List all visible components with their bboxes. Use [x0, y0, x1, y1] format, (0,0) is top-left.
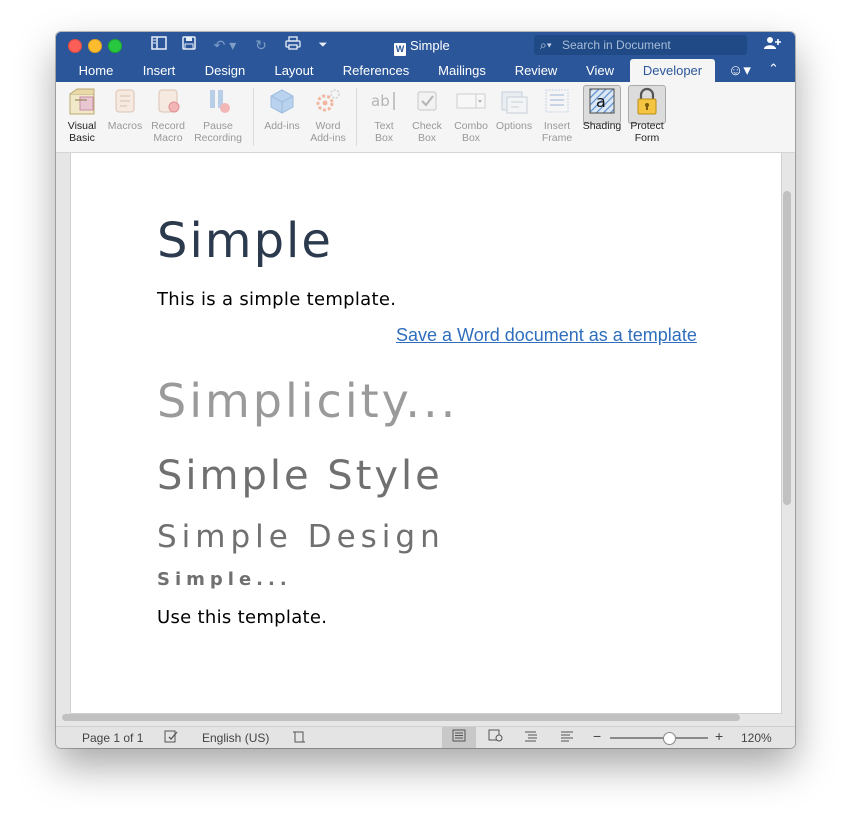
ribbon-separator: [356, 88, 357, 146]
print-layout-view-icon[interactable]: [442, 727, 476, 748]
add-ins-button[interactable]: Add-ins: [260, 86, 304, 132]
zoom-slider-track[interactable]: [610, 737, 708, 739]
word-add-ins-gear-icon: [313, 86, 343, 116]
share-add-user-icon[interactable]: [763, 36, 781, 53]
record-macro-button[interactable]: Record Macro: [148, 86, 188, 144]
outline-view-icon[interactable]: [514, 727, 548, 748]
close-window-button[interactable]: [68, 39, 82, 53]
ribbon-separator: [253, 88, 254, 146]
zoom-out-icon[interactable]: −: [593, 729, 601, 743]
heading-2: Simple Style: [157, 453, 443, 499]
sidebar-toggle-icon[interactable]: [149, 36, 169, 54]
collapse-ribbon-icon[interactable]: ⌃: [768, 61, 779, 77]
heading-4: Simple...: [157, 569, 292, 590]
combo-box-icon: [456, 86, 486, 116]
horizontal-scrollbar[interactable]: [62, 714, 740, 721]
check-box-icon: [412, 86, 442, 116]
search-icon: ⌕▾: [540, 38, 552, 52]
options-button[interactable]: Options: [493, 86, 535, 132]
add-ins-cube-icon: [267, 86, 297, 116]
vertical-scrollbar[interactable]: [783, 191, 791, 505]
word-add-ins-button[interactable]: Word Add-ins: [308, 86, 348, 144]
tab-mailings[interactable]: Mailings: [430, 59, 494, 82]
track-changes-icon[interactable]: [292, 730, 306, 747]
insert-frame-button[interactable]: Insert Frame: [537, 86, 577, 144]
visual-basic-icon: [67, 86, 97, 116]
macros-scroll-icon: [110, 86, 140, 116]
record-macro-icon: [153, 86, 183, 116]
body-paragraph: Use this template.: [157, 607, 328, 628]
save-icon[interactable]: [179, 36, 199, 54]
visual-basic-button[interactable]: Visual Basic: [64, 86, 100, 144]
check-box-button[interactable]: Check Box: [406, 86, 448, 144]
word-window: ↶ ▾ ↻ ⏷ WSimple ⌕▾ Home Insert Design La…: [56, 32, 795, 748]
status-bar: Page 1 of 1 English (US) − + 120%: [56, 726, 795, 748]
tab-review[interactable]: Review: [507, 59, 565, 82]
protect-form-button[interactable]: Protect Form: [626, 86, 668, 144]
tab-layout[interactable]: Layout: [266, 59, 322, 82]
window-title: W Simple: [394, 38, 450, 56]
undo-icon[interactable]: ↶ ▾: [208, 36, 242, 54]
heading-1: Simplicity...: [157, 374, 459, 428]
developer-ribbon: Visual Basic Macros Record Macro Pause R…: [56, 82, 795, 153]
customize-toolbar-icon[interactable]: ⏷: [314, 36, 332, 54]
title-bar: ↶ ▾ ↻ ⏷ W Simple ⌕▾: [56, 32, 795, 59]
heading-3: Simple Design: [157, 519, 445, 555]
tab-developer[interactable]: Developer: [630, 59, 715, 82]
maximize-window-button[interactable]: [108, 39, 122, 53]
text-box-icon: ab: [369, 86, 399, 116]
tab-design[interactable]: Design: [197, 59, 253, 82]
zoom-level[interactable]: 120%: [741, 731, 772, 745]
redo-icon[interactable]: ↻: [252, 36, 270, 54]
insert-frame-icon: [542, 86, 572, 116]
zoom-slider-thumb[interactable]: [662, 732, 676, 745]
page-count[interactable]: Page 1 of 1: [82, 731, 143, 745]
combo-box-button[interactable]: Combo Box: [450, 86, 492, 144]
pause-recording-button[interactable]: Pause Recording: [190, 86, 246, 144]
text-box-button[interactable]: ab Text Box: [364, 86, 404, 144]
shading-icon: a: [587, 86, 617, 116]
zoom-in-icon[interactable]: +: [715, 729, 723, 743]
word-doc-icon: W: [394, 43, 406, 56]
document-area: Simple This is a simple template. Save a…: [56, 153, 795, 726]
search-box[interactable]: ⌕▾: [534, 35, 747, 55]
shading-button[interactable]: a Shading: [581, 86, 623, 132]
macros-button[interactable]: Macros: [104, 86, 146, 132]
lock-icon: [632, 86, 662, 116]
svg-text:ab: ab: [371, 92, 390, 110]
options-icon: [499, 86, 529, 116]
web-layout-view-icon[interactable]: [478, 727, 512, 748]
tab-view[interactable]: View: [577, 59, 623, 82]
draft-view-icon[interactable]: [550, 727, 584, 748]
print-icon[interactable]: [282, 36, 304, 54]
tab-home[interactable]: Home: [70, 59, 122, 82]
feedback-smiley-icon[interactable]: ☺▾: [728, 61, 751, 79]
body-paragraph: This is a simple template.: [157, 289, 397, 310]
document-title: Simple: [157, 213, 333, 269]
document-page[interactable]: Simple This is a simple template. Save a…: [70, 153, 782, 714]
tab-references[interactable]: References: [334, 59, 418, 82]
svg-text:a: a: [596, 92, 606, 111]
template-help-link[interactable]: Save a Word document as a template: [396, 325, 697, 346]
language-indicator[interactable]: English (US): [202, 731, 269, 745]
minimize-window-button[interactable]: [88, 39, 102, 53]
ribbon-tab-bar: Home Insert Design Layout References Mai…: [56, 59, 795, 82]
pause-recording-icon: [203, 86, 233, 116]
proofing-check-icon[interactable]: [164, 730, 178, 746]
search-input[interactable]: [562, 37, 742, 53]
tab-insert[interactable]: Insert: [133, 59, 185, 82]
